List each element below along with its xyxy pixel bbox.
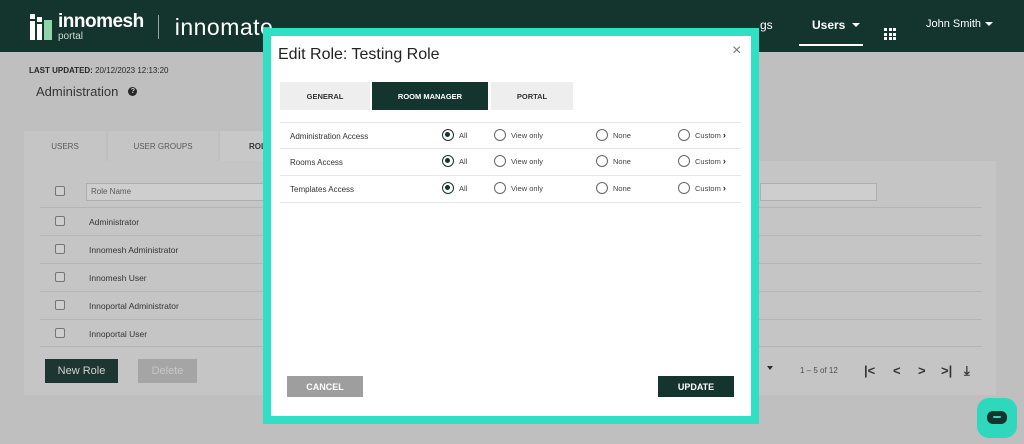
option-none[interactable]: None — [596, 182, 631, 194]
product-name: innomate — [174, 13, 274, 40]
radio-button[interactable] — [442, 129, 454, 141]
dialog-title: Edit Role: Testing Role — [278, 46, 440, 63]
tab-room-manager[interactable]: ROOM MANAGER — [372, 82, 488, 110]
user-menu[interactable]: John Smith — [926, 18, 994, 30]
radio-button[interactable] — [678, 182, 690, 194]
radio-button[interactable] — [596, 182, 608, 194]
permission-name: Administration Access — [290, 132, 369, 141]
chevron-right-icon[interactable]: › — [723, 130, 726, 140]
permissions-table: Administration Access All View only None… — [280, 122, 741, 203]
option-custom[interactable]: Custom › — [678, 155, 726, 167]
option-none[interactable]: None — [596, 155, 631, 167]
chat-icon — [987, 411, 1007, 424]
nav-item-users[interactable]: Users — [812, 18, 861, 32]
option-all[interactable]: All — [442, 155, 467, 167]
permission-row: Administration Access All View only None… — [280, 122, 741, 149]
brand-name: innomesh — [58, 11, 144, 32]
cancel-button[interactable]: CANCEL — [287, 376, 363, 397]
tab-portal[interactable]: PORTAL — [491, 82, 573, 110]
permission-name: Rooms Access — [290, 158, 343, 167]
radio-button[interactable] — [678, 155, 690, 167]
radio-button[interactable] — [494, 182, 506, 194]
option-custom[interactable]: Custom › — [678, 182, 726, 194]
brand-sub: portal — [58, 31, 84, 42]
radio-button[interactable] — [678, 129, 690, 141]
chat-button[interactable] — [977, 398, 1017, 438]
radio-button[interactable] — [596, 129, 608, 141]
nav-active-indicator — [799, 44, 863, 46]
radio-button[interactable] — [596, 155, 608, 167]
close-icon[interactable]: × — [732, 43, 741, 59]
innomesh-logo[interactable]: innomesh portal innomate — [30, 12, 273, 42]
option-view-only[interactable]: View only — [494, 129, 543, 141]
user-name: John Smith — [926, 18, 982, 30]
option-view-only[interactable]: View only — [494, 182, 543, 194]
option-custom[interactable]: Custom › — [678, 129, 726, 141]
chevron-down-icon — [852, 23, 861, 27]
edit-role-dialog: Edit Role: Testing Role × GENERAL ROOM M… — [271, 36, 751, 416]
radio-button[interactable] — [494, 155, 506, 167]
logo-mark-icon — [30, 14, 52, 40]
dialog-tabs: GENERAL ROOM MANAGER PORTAL — [280, 82, 573, 110]
radio-button[interactable] — [442, 155, 454, 167]
nav-item-settings[interactable]: gs — [760, 18, 773, 32]
option-all[interactable]: All — [442, 182, 467, 194]
permission-row: Templates Access All View only None Cust… — [280, 176, 741, 203]
permission-row: Rooms Access All View only None Custom › — [280, 149, 741, 176]
nav-users-label: Users — [812, 18, 846, 32]
option-none[interactable]: None — [596, 129, 631, 141]
apps-grid-icon[interactable] — [884, 28, 896, 40]
chevron-down-icon — [985, 22, 994, 26]
option-view-only[interactable]: View only — [494, 155, 543, 167]
permission-name: Templates Access — [290, 185, 355, 194]
radio-button[interactable] — [494, 129, 506, 141]
tab-general[interactable]: GENERAL — [280, 82, 370, 110]
chevron-right-icon[interactable]: › — [723, 183, 726, 193]
logo-divider — [157, 15, 159, 39]
radio-button[interactable] — [442, 182, 454, 194]
update-button[interactable]: UPDATE — [658, 376, 734, 397]
chevron-right-icon[interactable]: › — [723, 156, 726, 166]
option-all[interactable]: All — [442, 129, 467, 141]
